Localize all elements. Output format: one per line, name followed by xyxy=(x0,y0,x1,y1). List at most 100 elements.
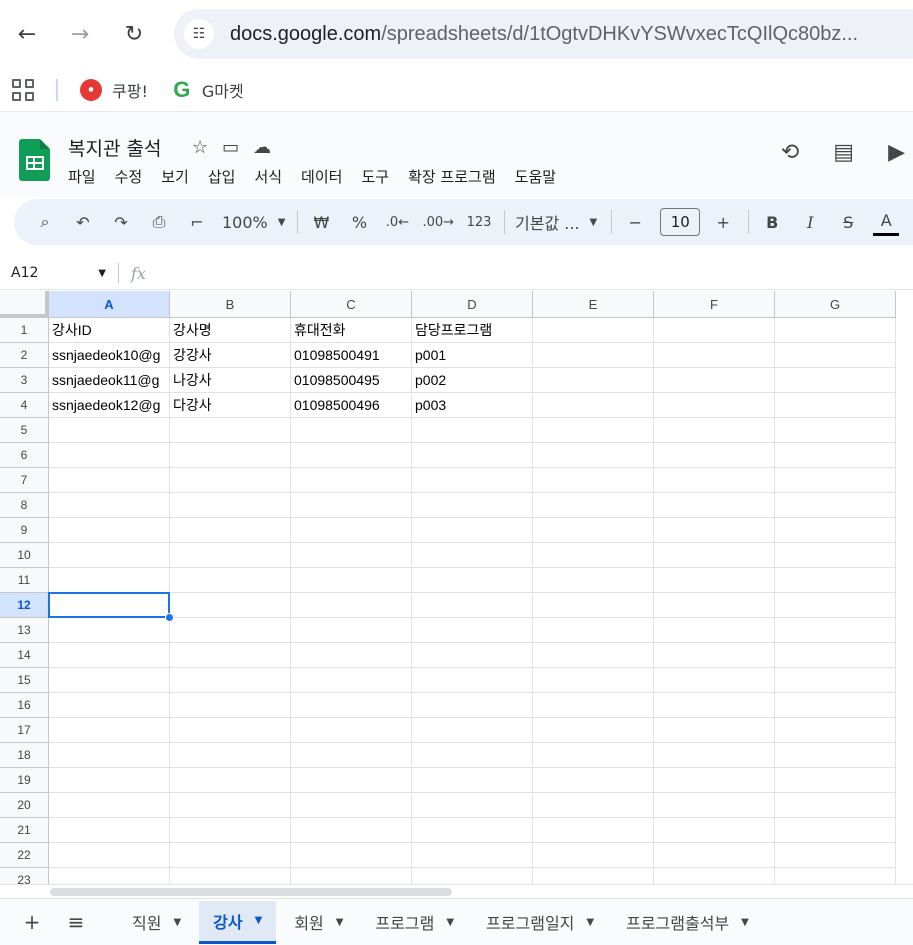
cell-a6[interactable] xyxy=(49,443,170,468)
cell-e16[interactable] xyxy=(533,693,654,718)
cell-e9[interactable] xyxy=(533,518,654,543)
cell-f9[interactable] xyxy=(654,518,775,543)
cell-b13[interactable] xyxy=(170,618,291,643)
menu-tools[interactable]: 도구 xyxy=(361,166,389,187)
cell-a12[interactable] xyxy=(49,593,170,618)
paint-format-icon[interactable]: ⌐ xyxy=(184,208,210,236)
italic-button[interactable]: I xyxy=(797,208,823,236)
cell-e13[interactable] xyxy=(533,618,654,643)
cell-e8[interactable] xyxy=(533,493,654,518)
meet-icon[interactable]: ▶ xyxy=(888,140,905,165)
cell-d9[interactable] xyxy=(412,518,533,543)
cell-g22[interactable] xyxy=(775,843,896,868)
cell-a21[interactable] xyxy=(49,818,170,843)
column-header-e[interactable]: E xyxy=(533,291,654,318)
cell-f1[interactable] xyxy=(654,318,775,343)
column-header-f[interactable]: F xyxy=(654,291,775,318)
cell-e11[interactable] xyxy=(533,568,654,593)
site-settings-icon[interactable]: ☷ xyxy=(184,19,214,49)
cell-d13[interactable] xyxy=(412,618,533,643)
row-header-1[interactable]: 1 xyxy=(0,318,49,343)
cell-b10[interactable] xyxy=(170,543,291,568)
cell-a3[interactable]: ssnjaedeok11@g xyxy=(49,368,170,393)
cell-b7[interactable] xyxy=(170,468,291,493)
sheet-tab-program-attendance[interactable]: 프로그램출석부 ▼ xyxy=(612,901,763,944)
cell-g2[interactable] xyxy=(775,343,896,368)
sheets-logo-icon[interactable] xyxy=(19,139,50,181)
menu-file[interactable]: 파일 xyxy=(68,166,96,187)
row-header-14[interactable]: 14 xyxy=(0,643,49,668)
menu-insert[interactable]: 삽입 xyxy=(208,166,236,187)
cell-g3[interactable] xyxy=(775,368,896,393)
cell-e1[interactable] xyxy=(533,318,654,343)
cell-b8[interactable] xyxy=(170,493,291,518)
cell-c1[interactable]: 휴대전화 xyxy=(291,318,412,343)
bookmark-gmarket[interactable]: G G마켓 xyxy=(170,77,243,102)
history-icon[interactable]: ⟲ xyxy=(781,140,799,165)
cell-d19[interactable] xyxy=(412,768,533,793)
add-sheet-icon[interactable]: + xyxy=(20,910,44,934)
cell-c12[interactable] xyxy=(291,593,412,618)
cell-f21[interactable] xyxy=(654,818,775,843)
cell-d21[interactable] xyxy=(412,818,533,843)
cell-a2[interactable]: ssnjaedeok10@g xyxy=(49,343,170,368)
row-header-8[interactable]: 8 xyxy=(0,493,49,518)
cell-e19[interactable] xyxy=(533,768,654,793)
cell-c22[interactable] xyxy=(291,843,412,868)
cell-a22[interactable] xyxy=(49,843,170,868)
cell-d6[interactable] xyxy=(412,443,533,468)
cell-f11[interactable] xyxy=(654,568,775,593)
cell-a19[interactable] xyxy=(49,768,170,793)
cell-e5[interactable] xyxy=(533,418,654,443)
row-header-5[interactable]: 5 xyxy=(0,418,49,443)
cell-a20[interactable] xyxy=(49,793,170,818)
cell-d14[interactable] xyxy=(412,643,533,668)
cell-d15[interactable] xyxy=(412,668,533,693)
cell-b19[interactable] xyxy=(170,768,291,793)
sheet-tab-program-log[interactable]: 프로그램일지 ▼ xyxy=(472,901,608,944)
cell-c14[interactable] xyxy=(291,643,412,668)
select-all-corner[interactable] xyxy=(0,291,49,318)
cell-a16[interactable] xyxy=(49,693,170,718)
cell-g8[interactable] xyxy=(775,493,896,518)
menu-edit[interactable]: 수정 xyxy=(115,166,143,187)
cell-a10[interactable] xyxy=(49,543,170,568)
cell-b3[interactable]: 나강사 xyxy=(170,368,291,393)
apps-grid-icon[interactable] xyxy=(12,78,34,101)
cell-f6[interactable] xyxy=(654,443,775,468)
row-header-22[interactable]: 22 xyxy=(0,843,49,868)
back-icon[interactable]: ← xyxy=(7,14,47,54)
row-header-9[interactable]: 9 xyxy=(0,518,49,543)
row-header-12[interactable]: 12 xyxy=(0,593,49,618)
cell-d1[interactable]: 담당프로그램 xyxy=(412,318,533,343)
cell-a1[interactable]: 강사ID xyxy=(49,318,170,343)
row-header-11[interactable]: 11 xyxy=(0,568,49,593)
move-folder-icon[interactable]: ▭ xyxy=(222,137,239,158)
row-header-4[interactable]: 4 xyxy=(0,393,49,418)
sheet-tab-programs[interactable]: 프로그램 ▼ xyxy=(361,901,468,944)
row-header-15[interactable]: 15 xyxy=(0,668,49,693)
cell-e20[interactable] xyxy=(533,793,654,818)
cell-e2[interactable] xyxy=(533,343,654,368)
cell-g17[interactable] xyxy=(775,718,896,743)
cell-c16[interactable] xyxy=(291,693,412,718)
increase-decimal-button[interactable]: .00→ xyxy=(422,208,454,236)
sheet-tab-members[interactable]: 회원 ▼ xyxy=(280,901,357,944)
zoom-select[interactable]: 100% ▼ xyxy=(222,208,285,236)
cell-a14[interactable] xyxy=(49,643,170,668)
cell-f3[interactable] xyxy=(654,368,775,393)
cell-g1[interactable] xyxy=(775,318,896,343)
cell-c11[interactable] xyxy=(291,568,412,593)
cell-d16[interactable] xyxy=(412,693,533,718)
cell-c10[interactable] xyxy=(291,543,412,568)
cell-g6[interactable] xyxy=(775,443,896,468)
cell-c5[interactable] xyxy=(291,418,412,443)
url-text[interactable]: docs.google.com/spreadsheets/d/1tOgtvDHK… xyxy=(230,23,858,46)
row-header-7[interactable]: 7 xyxy=(0,468,49,493)
cell-d12[interactable] xyxy=(412,593,533,618)
cell-g10[interactable] xyxy=(775,543,896,568)
menu-format[interactable]: 서식 xyxy=(254,166,282,187)
cell-g20[interactable] xyxy=(775,793,896,818)
cell-d8[interactable] xyxy=(412,493,533,518)
font-select[interactable]: 기본값 ... ▼ xyxy=(515,208,597,236)
